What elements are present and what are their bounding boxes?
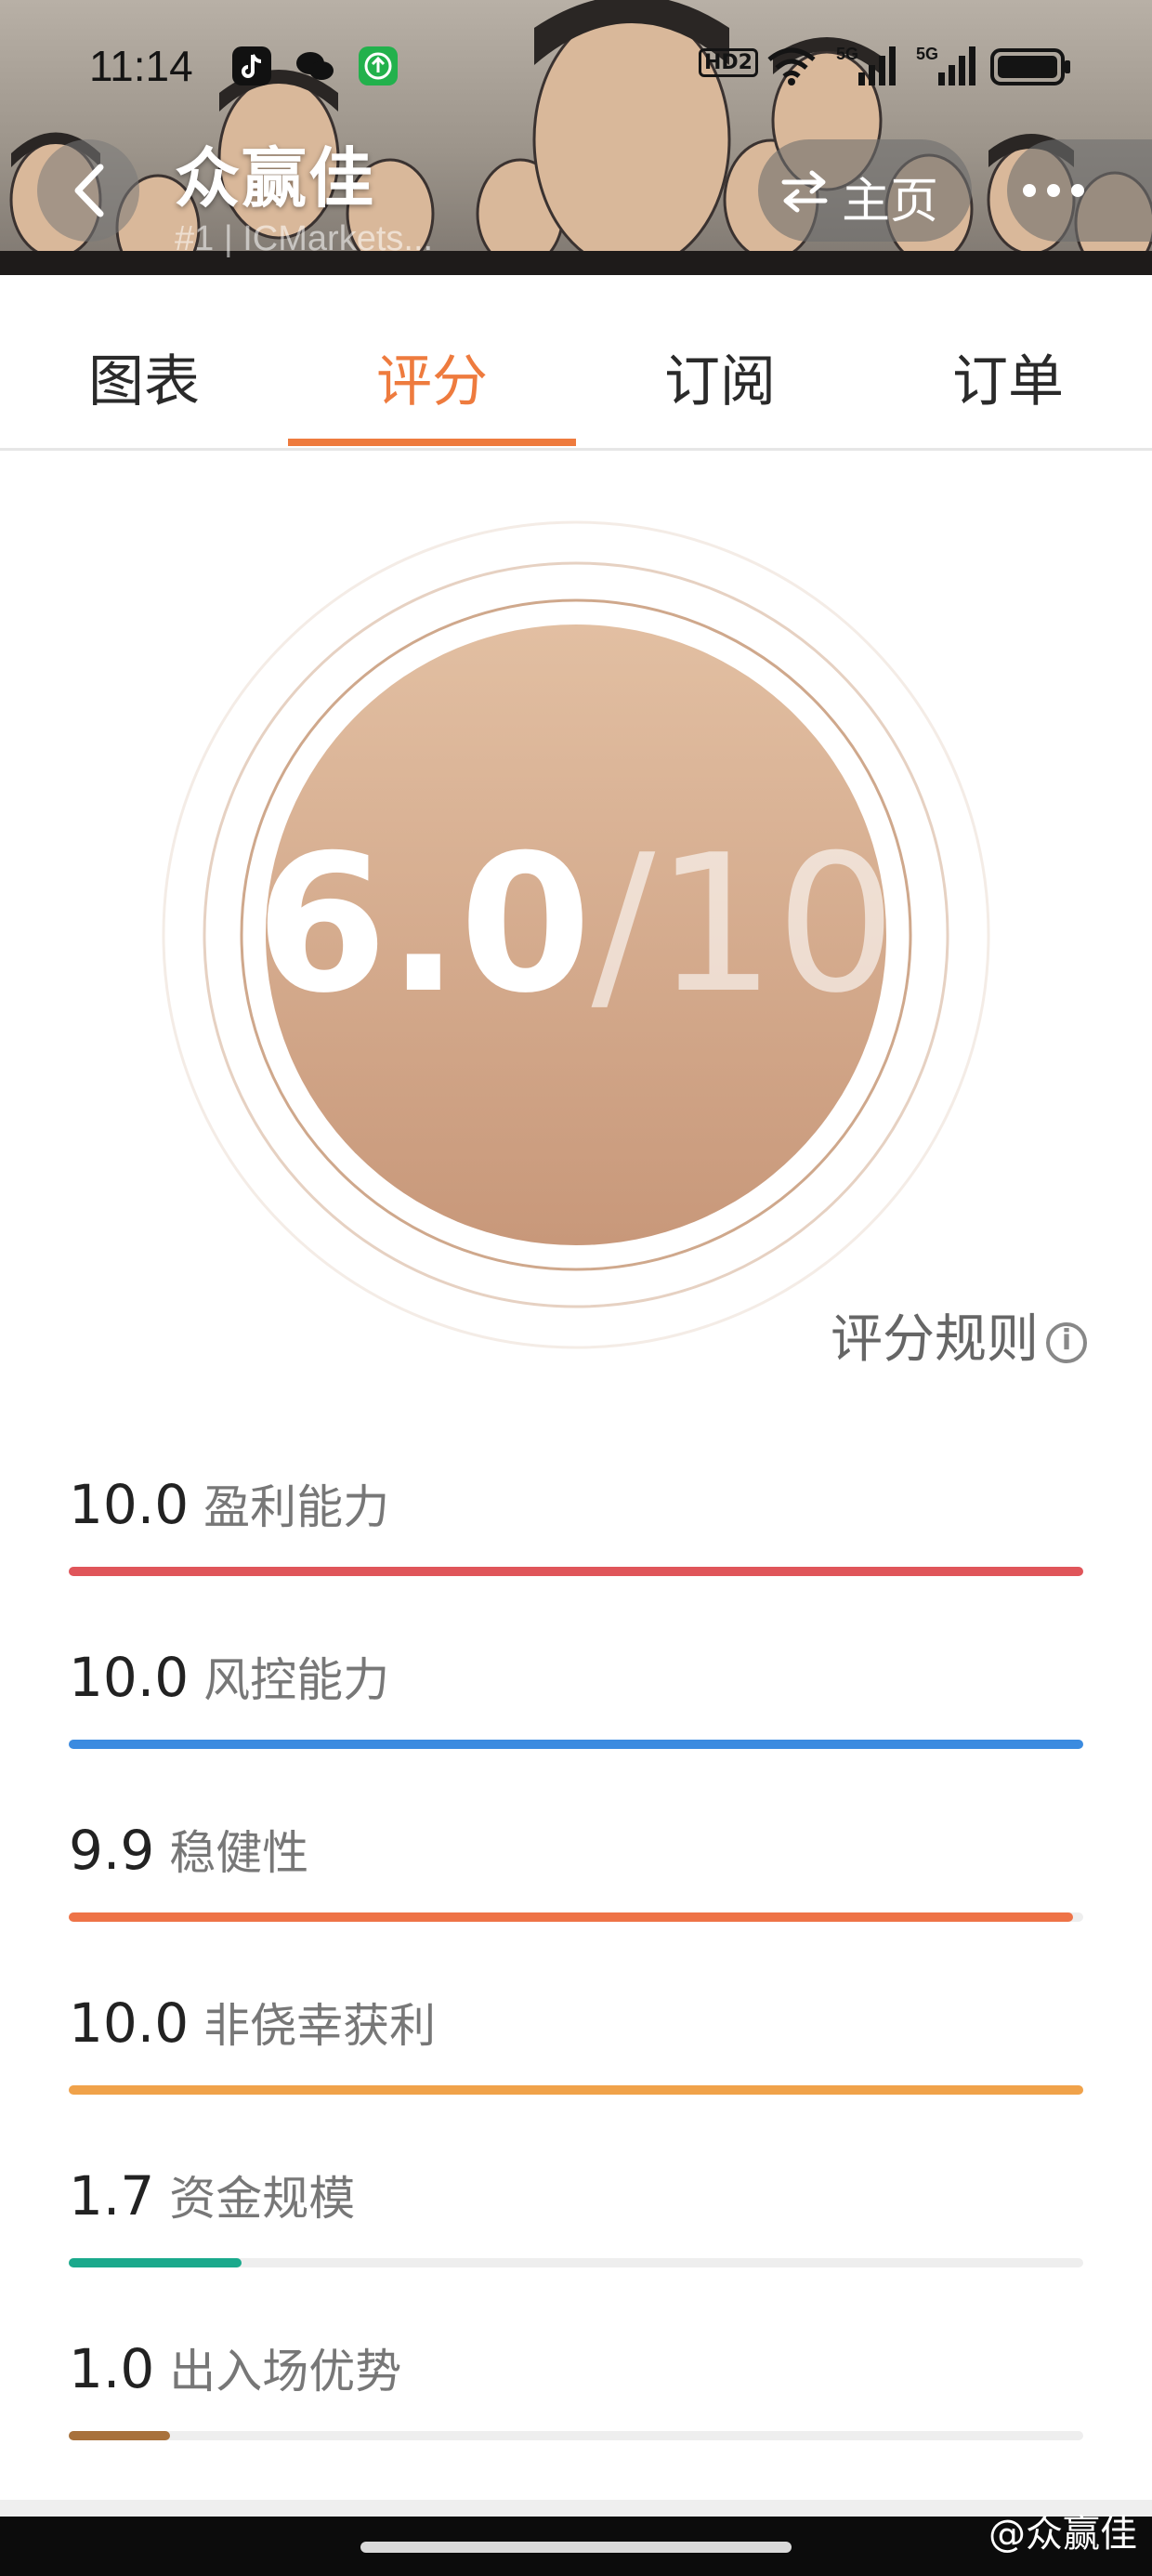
page-subtitle: #1 | ICMarkets...	[175, 219, 434, 258]
metric-label: 稳健性	[169, 1826, 309, 1880]
home-label: 主页	[842, 174, 939, 230]
score-section: 6.0/10 评分规则	[0, 448, 1152, 1414]
metric-track	[69, 1740, 1083, 1749]
metric-track	[69, 2258, 1083, 2267]
signal-icon-1: 5G	[836, 45, 896, 85]
tab-bar: 图表 评分 订阅 订单	[0, 275, 1152, 451]
wifi-icon	[767, 47, 816, 85]
battery-icon	[990, 48, 1070, 85]
metric-label: 非侥幸获利	[203, 1999, 437, 2053]
tab-chart[interactable]: 图表	[0, 275, 288, 448]
score-rules-link[interactable]: 评分规则	[831, 1297, 1087, 1373]
metric-label: 资金规模	[169, 2172, 356, 2226]
metric-value: 10.0	[69, 1991, 190, 2055]
score-number: 6.0	[255, 815, 592, 1035]
status-bar: 11:14 HD2 5G 5G	[0, 0, 1152, 139]
score-total: /10	[591, 815, 897, 1035]
more-button[interactable]	[1007, 139, 1152, 242]
metric-label: 风控能力	[203, 1653, 390, 1707]
home-button[interactable]: 主页	[758, 139, 972, 242]
metric-non-luck-profit: 10.0 非侥幸获利	[69, 1989, 1083, 2137]
tab-subscribe[interactable]: 订阅	[576, 275, 864, 448]
svg-text:5G: 5G	[916, 45, 938, 63]
svg-text:5G: 5G	[836, 45, 858, 63]
score-value: 6.0/10	[0, 831, 1152, 1020]
metric-value: 1.0	[69, 2337, 155, 2400]
tab-orders[interactable]: 订单	[864, 275, 1152, 448]
metric-fund-size: 1.7 资金规模	[69, 2162, 1083, 2310]
metric-track	[69, 1567, 1083, 1576]
metric-label: 出入场优势	[169, 2345, 402, 2399]
metric-bar	[69, 1567, 1083, 1576]
metric-bar	[69, 2431, 171, 2440]
status-time: 11:14	[89, 42, 193, 90]
hd-icon: HD2	[699, 48, 758, 77]
home-indicator[interactable]	[360, 2542, 792, 2553]
signal-icon-2: 5G	[916, 45, 975, 85]
metric-value: 10.0	[69, 1473, 190, 1536]
back-button[interactable]	[37, 139, 139, 242]
header-banner: 11:14 HD2 5G 5G 众赢佳 #1 | ICMarkets... 主页	[0, 0, 1152, 275]
metric-track	[69, 2085, 1083, 2095]
metric-track	[69, 1912, 1083, 1922]
metric-risk-control: 10.0 风控能力	[69, 1643, 1083, 1792]
metric-bar	[69, 2085, 1083, 2095]
swap-icon	[781, 170, 828, 213]
chevron-left-icon	[74, 164, 104, 217]
active-tab-indicator	[288, 439, 576, 446]
metric-bar	[69, 1912, 1074, 1922]
bottom-divider	[0, 2500, 1152, 2517]
page-title: 众赢佳	[175, 140, 375, 217]
tiktok-icon	[232, 46, 271, 85]
score-rules-label: 评分规则	[831, 1309, 1039, 1370]
metric-label: 盈利能力	[203, 1480, 390, 1534]
metric-track	[69, 2431, 1083, 2440]
wechat-icon	[294, 46, 334, 85]
metric-value: 9.9	[69, 1819, 155, 1882]
metric-value: 10.0	[69, 1646, 190, 1709]
metric-value: 1.7	[69, 2164, 155, 2228]
metric-profitability: 10.0 盈利能力	[69, 1470, 1083, 1619]
metric-stability: 9.9 稳健性	[69, 1816, 1083, 1965]
info-icon	[1046, 1321, 1087, 1363]
metric-entry-exit-advantage: 1.0 出入场优势	[69, 2334, 1083, 2483]
metric-bar	[69, 1740, 1083, 1749]
more-icon	[1023, 184, 1084, 197]
tab-score[interactable]: 评分	[288, 275, 576, 448]
metric-bar	[69, 2258, 242, 2267]
upload-icon	[359, 46, 398, 85]
watermark: @众赢佳	[988, 2513, 1137, 2556]
